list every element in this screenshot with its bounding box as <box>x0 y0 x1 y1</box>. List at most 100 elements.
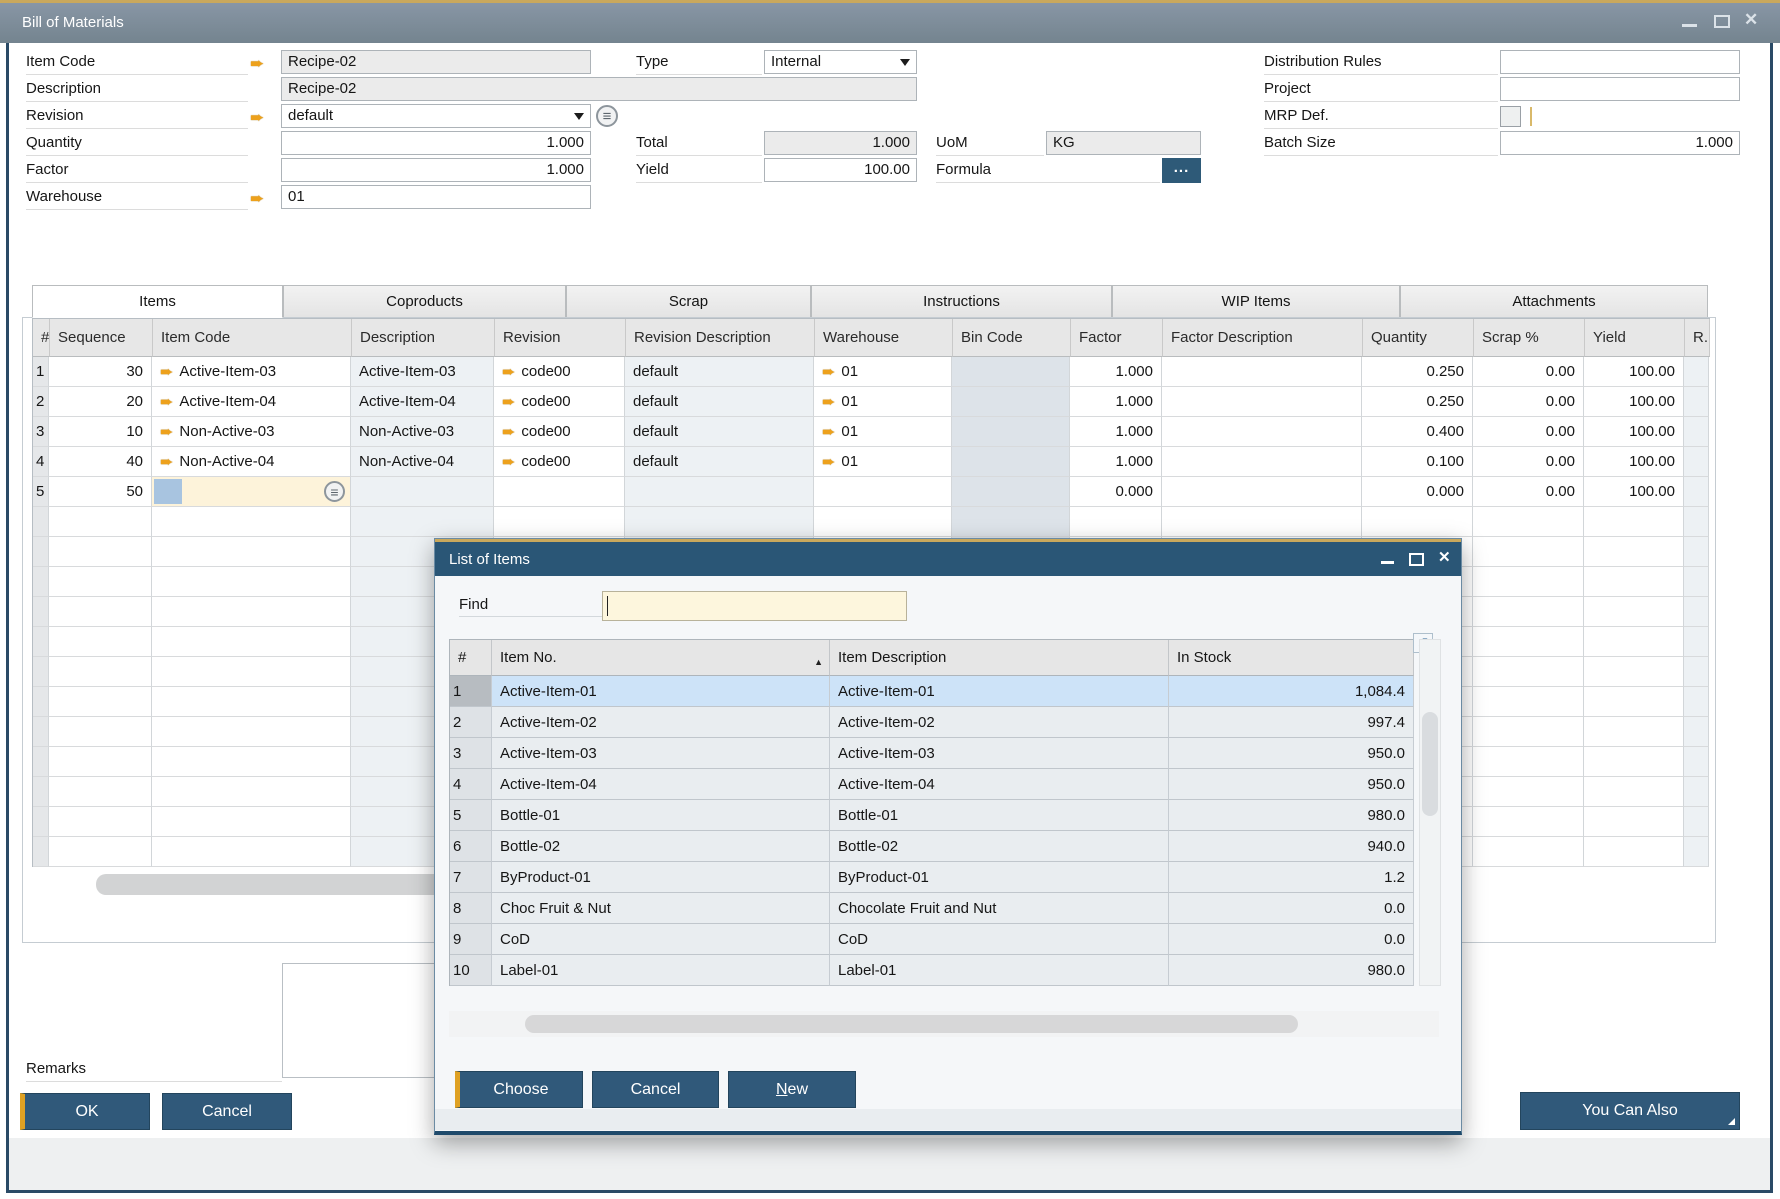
grid-cell-revision-description[interactable]: default <box>625 447 814 477</box>
grid-cell-r[interactable] <box>1684 537 1709 567</box>
grid-cell-item-code[interactable] <box>152 507 351 537</box>
grid-cell-revision[interactable] <box>494 507 625 537</box>
dialog-cell-item-no[interactable]: Active-Item-02 <box>492 707 830 738</box>
grid-cell-yield[interactable] <box>1584 627 1684 657</box>
dialog-cell-in-stock[interactable]: 1.2 <box>1169 862 1414 893</box>
grid-cell-factor-description[interactable] <box>1162 357 1362 387</box>
grid-cell-revision-description[interactable] <box>625 507 814 537</box>
grid-cell-yield[interactable] <box>1584 567 1684 597</box>
dialog-cell-in-stock[interactable]: 980.0 <box>1169 955 1414 986</box>
sort-ascending-icon[interactable]: ▲ <box>814 657 823 667</box>
new-button[interactable]: New <box>728 1071 856 1108</box>
dialog-cell-item-description[interactable]: CoD <box>830 924 1169 955</box>
type-dropdown-arrow-icon[interactable] <box>900 59 910 66</box>
grid-cell-quantity[interactable]: 0.400 <box>1362 417 1473 447</box>
dialog-header-item-no-[interactable]: Item No.▲ <box>492 640 830 676</box>
dialog-cell-item-no[interactable]: CoD <box>492 924 830 955</box>
dialog-cell-item-no[interactable]: Active-Item-03 <box>492 738 830 769</box>
dialog-cell-num[interactable]: 9 <box>450 924 492 955</box>
grid-cell-revision[interactable]: ➨code00 <box>494 447 625 477</box>
dialog-cell-item-no[interactable]: Choc Fruit & Nut <box>492 893 830 924</box>
factor-field[interactable]: 1.000 <box>281 158 591 182</box>
dialog-horizontal-scrollbar[interactable] <box>449 1011 1439 1037</box>
dialog-cell-num[interactable]: 6 <box>450 831 492 862</box>
grid-cell-item-code[interactable] <box>152 537 351 567</box>
tab-items[interactable]: Items <box>32 285 283 318</box>
grid-cell-yield[interactable]: 100.00 <box>1584 447 1684 477</box>
grid-cell-factor[interactable]: 1.000 <box>1070 387 1162 417</box>
grid-cell-sequence[interactable] <box>49 747 152 777</box>
grid-cell-r[interactable] <box>1684 507 1709 537</box>
link-arrow-icon[interactable]: ➨ <box>822 422 835 442</box>
link-arrow-icon[interactable]: ➨ <box>822 392 835 412</box>
dialog-cell-item-description[interactable]: Active-Item-02 <box>830 707 1169 738</box>
grid-cell-r[interactable] <box>1684 567 1709 597</box>
dialog-cell-in-stock[interactable]: 980.0 <box>1169 800 1414 831</box>
grid-cell-sequence[interactable]: 10 <box>49 417 152 447</box>
link-arrow-icon[interactable]: ➨ <box>502 392 515 412</box>
grid-cell-r[interactable] <box>1684 777 1709 807</box>
find-input[interactable] <box>602 591 907 621</box>
grid-cell-sequence[interactable] <box>49 837 152 867</box>
grid-cell-warehouse[interactable]: ➨01 <box>814 417 952 447</box>
grid-cell-item-code[interactable]: ➨Non-Active-03 <box>152 417 351 447</box>
dialog-cell-item-no[interactable]: Label-01 <box>492 955 830 986</box>
formula-button[interactable]: ... <box>1162 158 1201 183</box>
dialog-list-item[interactable]: 1Active-Item-01Active-Item-011,084.4 <box>450 676 1414 707</box>
grid-cell-quantity[interactable] <box>1362 507 1473 537</box>
dialog-cell-item-description[interactable]: Bottle-01 <box>830 800 1169 831</box>
grid-cell-warehouse[interactable] <box>814 477 952 507</box>
grid-cell-revision-description[interactable]: default <box>625 387 814 417</box>
yield-field[interactable]: 100.00 <box>764 158 917 182</box>
grid-cell-factor-description[interactable] <box>1162 417 1362 447</box>
grid-cell-bin-code[interactable] <box>952 357 1070 387</box>
grid-cell-yield[interactable] <box>1584 747 1684 777</box>
dialog-close-button[interactable]: ✕ <box>1438 548 1451 566</box>
dialog-list-item[interactable]: 3Active-Item-03Active-Item-03950.0 <box>450 738 1414 769</box>
dialog-cell-num[interactable]: 3 <box>450 738 492 769</box>
dialog-cell-item-description[interactable]: Bottle-02 <box>830 831 1169 862</box>
dialog-cell-in-stock[interactable]: 0.0 <box>1169 893 1414 924</box>
grid-cell-yield[interactable]: 100.00 <box>1584 417 1684 447</box>
dialog-cell-item-no[interactable]: Bottle-02 <box>492 831 830 862</box>
grid-cell-revision-description[interactable] <box>625 477 814 507</box>
grid-cell-item-code[interactable] <box>152 747 351 777</box>
mrp-def-checkbox[interactable] <box>1500 106 1521 127</box>
grid-cell-yield[interactable] <box>1584 537 1684 567</box>
grid-cell-sequence[interactable] <box>49 777 152 807</box>
grid-cell-item-code[interactable] <box>152 777 351 807</box>
link-arrow-icon[interactable]: ➨ <box>502 452 515 472</box>
dialog-cell-item-no[interactable]: Bottle-01 <box>492 800 830 831</box>
grid-cell-factor[interactable]: 1.000 <box>1070 357 1162 387</box>
grid-cell-r[interactable] <box>1684 807 1709 837</box>
link-arrow-icon[interactable]: ➨ <box>160 362 173 382</box>
grid-row[interactable]: 220➨Active-Item-04Active-Item-04➨code00d… <box>33 387 1710 417</box>
grid-cell-quantity[interactable]: 0.000 <box>1362 477 1473 507</box>
grid-cell-revision-description[interactable]: default <box>625 357 814 387</box>
grid-cell-scrap[interactable] <box>1473 747 1584 777</box>
tab-scrap[interactable]: Scrap <box>566 285 811 318</box>
grid-cell-warehouse[interactable]: ➨01 <box>814 357 952 387</box>
dialog-list-item[interactable]: 2Active-Item-02Active-Item-02997.4 <box>450 707 1414 738</box>
grid-cell-item-code[interactable]: ➨Non-Active-04 <box>152 447 351 477</box>
link-arrow-icon[interactable]: ➨ <box>502 362 515 382</box>
revision-link-arrow-icon[interactable]: ➨ <box>250 109 264 126</box>
grid-cell-revision-description[interactable]: default <box>625 417 814 447</box>
tab-coproducts[interactable]: Coproducts <box>283 285 566 318</box>
window-titlebar[interactable]: Bill of Materials <box>0 3 1780 43</box>
cancel-button[interactable]: Cancel <box>162 1093 292 1130</box>
grid-cell-item-code[interactable] <box>152 657 351 687</box>
grid-cell-description[interactable]: Non-Active-04 <box>351 447 494 477</box>
grid-cell-yield[interactable] <box>1584 687 1684 717</box>
grid-cell-r[interactable] <box>1684 357 1709 387</box>
dialog-list-item[interactable]: 9CoDCoD0.0 <box>450 924 1414 955</box>
grid-cell-sequence[interactable] <box>49 717 152 747</box>
grid-cell-sequence[interactable] <box>49 567 152 597</box>
grid-cell-sequence[interactable]: 40 <box>49 447 152 477</box>
choose-from-list-icon[interactable]: ≡ <box>324 481 345 502</box>
grid-cell-revision[interactable]: ➨code00 <box>494 387 625 417</box>
grid-cell-sequence[interactable] <box>49 627 152 657</box>
grid-cell-bin-code[interactable] <box>952 447 1070 477</box>
grid-cell-yield[interactable] <box>1584 657 1684 687</box>
grid-cell-item-code[interactable]: ➨Active-Item-04 <box>152 387 351 417</box>
